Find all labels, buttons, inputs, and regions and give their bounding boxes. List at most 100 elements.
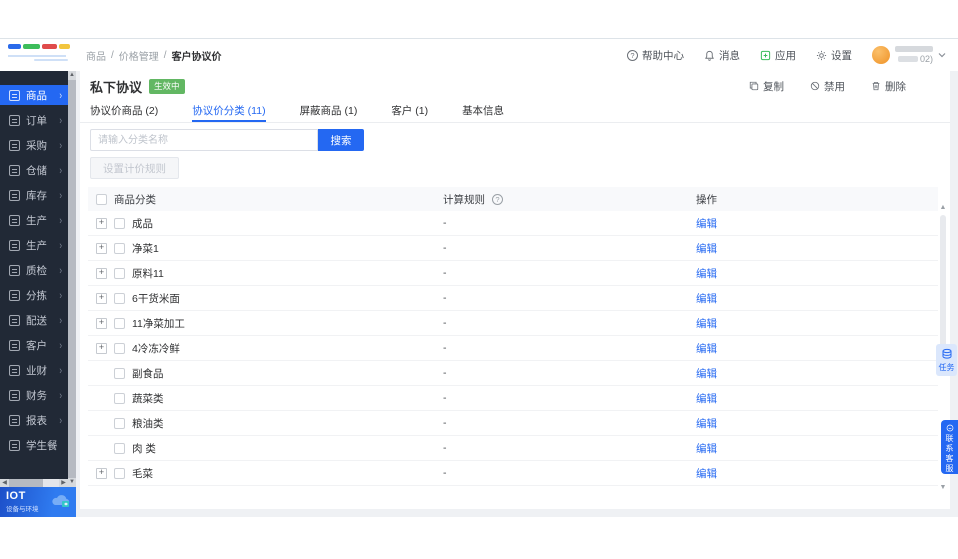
sidebar-item-production-1[interactable]: 生产› — [0, 210, 68, 230]
sidebar-item-customers[interactable]: 客户› — [0, 335, 68, 355]
scroll-left-arrow[interactable]: ◀ — [0, 479, 9, 487]
expand-icon[interactable] — [96, 268, 107, 279]
chevron-right-icon: › — [59, 314, 62, 327]
tab-bar: 协议价商品 (2) 协议价分类 (11) 屏蔽商品 (1) 客户 (1) 基本信… — [80, 97, 950, 123]
app-logo — [0, 39, 80, 71]
help-center-button[interactable]: ? 帮助中心 — [627, 48, 684, 63]
sidebar-item-production-2[interactable]: 生产› — [0, 235, 68, 255]
select-all-checkbox[interactable] — [96, 194, 107, 205]
table-row: 净菜1 - 编辑 — [88, 236, 938, 261]
logo-decoration — [8, 53, 70, 63]
row-checkbox[interactable] — [114, 243, 125, 254]
row-checkbox[interactable] — [114, 418, 125, 429]
purchase-icon — [9, 140, 20, 151]
expand-icon[interactable] — [96, 243, 107, 254]
category-name: 粮油类 — [132, 416, 164, 431]
row-checkbox[interactable] — [114, 443, 125, 454]
scrollbar-thumb[interactable] — [68, 80, 76, 478]
disable-button[interactable]: 禁用 — [810, 79, 845, 94]
row-checkbox[interactable] — [114, 318, 125, 329]
iot-module-banner[interactable]: IOT 设备与环境 — [0, 487, 76, 517]
tab-blocked-goods[interactable]: 屏蔽商品 (1) — [300, 103, 358, 122]
messages-button[interactable]: 消息 — [704, 48, 740, 63]
chevron-right-icon: › — [59, 339, 62, 352]
row-checkbox[interactable] — [114, 218, 125, 229]
scroll-right-arrow[interactable]: ▶ — [59, 479, 68, 487]
sidebar-item-purchase[interactable]: 采购› — [0, 135, 68, 155]
sidebar-item-student-meal[interactable]: 学生餐 — [0, 435, 68, 455]
breadcrumb-item[interactable]: 商品 — [86, 48, 106, 63]
edit-link[interactable]: 编辑 — [696, 366, 717, 381]
apps-icon — [760, 50, 771, 61]
scroll-up-arrow[interactable]: ▲ — [68, 71, 76, 80]
settings-button[interactable]: 设置 — [816, 48, 852, 63]
help-icon: ? — [627, 50, 638, 61]
sidebar-horizontal-scrollbar[interactable]: ◀ ▶ — [0, 479, 68, 487]
tab-basic-info[interactable]: 基本信息 — [462, 103, 504, 122]
row-checkbox[interactable] — [114, 268, 125, 279]
sidebar-item-reports[interactable]: 报表› — [0, 410, 68, 430]
edit-link[interactable]: 编辑 — [696, 341, 717, 356]
expand-icon[interactable] — [96, 343, 107, 354]
scroll-up-arrow[interactable]: ▲ — [938, 203, 948, 213]
sidebar-item-inventory[interactable]: 库存› — [0, 185, 68, 205]
gear-icon — [816, 50, 827, 61]
scroll-down-arrow[interactable]: ▼ — [68, 478, 76, 487]
expand-icon[interactable] — [96, 318, 107, 329]
task-widget-button[interactable]: 任务 — [936, 344, 957, 376]
search-button[interactable]: 搜索 — [318, 129, 364, 151]
delete-label: 删除 — [885, 79, 906, 94]
info-icon[interactable]: ? — [492, 194, 503, 205]
edit-link[interactable]: 编辑 — [696, 291, 717, 306]
contact-label: 联系客服 — [945, 434, 955, 474]
copy-button[interactable]: 复制 — [749, 79, 784, 94]
business-finance-icon — [9, 365, 20, 376]
tab-agreement-categories[interactable]: 协议价分类 (11) — [192, 103, 265, 122]
edit-link[interactable]: 编辑 — [696, 216, 717, 231]
expand-icon[interactable] — [96, 468, 107, 479]
scroll-down-arrow[interactable]: ▼ — [938, 483, 948, 493]
sidebar-item-goods[interactable]: 商品› — [0, 85, 68, 105]
row-checkbox[interactable] — [114, 343, 125, 354]
sidebar-item-business-finance[interactable]: 业财› — [0, 360, 68, 380]
edit-link[interactable]: 编辑 — [696, 266, 717, 281]
scrollbar-thumb[interactable] — [9, 479, 43, 487]
edit-link[interactable]: 编辑 — [696, 316, 717, 331]
row-checkbox[interactable] — [114, 468, 125, 479]
tab-agreement-goods[interactable]: 协议价商品 (2) — [90, 103, 158, 122]
expand-icon[interactable] — [96, 293, 107, 304]
search-input[interactable] — [90, 129, 318, 151]
user-menu[interactable]: 02) — [872, 46, 946, 64]
table-row: 粮油类 - 编辑 — [88, 411, 938, 436]
tab-customers[interactable]: 客户 (1) — [391, 103, 428, 122]
table-header: 商品分类 计算规则? 操作 — [88, 187, 938, 211]
row-checkbox[interactable] — [114, 368, 125, 379]
main-area: 私下协议 生效中 复制 禁用 删除 — [76, 71, 958, 517]
reports-icon — [9, 415, 20, 426]
sidebar-item-sorting[interactable]: 分拣› — [0, 285, 68, 305]
apps-button[interactable]: 应用 — [760, 48, 796, 63]
sidebar-item-quality[interactable]: 质检› — [0, 260, 68, 280]
status-badge: 生效中 — [149, 79, 185, 94]
row-checkbox[interactable] — [114, 293, 125, 304]
breadcrumb: 商品/ 价格管理/ 客户协议价 — [86, 48, 222, 63]
row-checkbox[interactable] — [114, 393, 125, 404]
category-name: 副食品 — [132, 366, 164, 381]
set-pricing-rule-button[interactable]: 设置计价规则 — [90, 157, 179, 179]
breadcrumb-item[interactable]: 价格管理 — [119, 48, 159, 63]
sidebar-vertical-scrollbar[interactable]: ▲ ▼ — [68, 71, 76, 487]
sidebar-item-finance[interactable]: 财务› — [0, 385, 68, 405]
delete-button[interactable]: 删除 — [871, 79, 906, 94]
sidebar-item-delivery[interactable]: 配送› — [0, 310, 68, 330]
sidebar-item-orders[interactable]: 订单› — [0, 110, 68, 130]
expand-icon[interactable] — [96, 218, 107, 229]
edit-link[interactable]: 编辑 — [696, 391, 717, 406]
sidebar-item-warehouse[interactable]: 仓储› — [0, 160, 68, 180]
contact-support-button[interactable]: 联系客服 — [941, 420, 958, 474]
edit-link[interactable]: 编辑 — [696, 466, 717, 481]
category-name: 4冷冻冷鲜 — [132, 341, 180, 356]
edit-link[interactable]: 编辑 — [696, 241, 717, 256]
edit-link[interactable]: 编辑 — [696, 416, 717, 431]
production-icon — [9, 240, 20, 251]
edit-link[interactable]: 编辑 — [696, 441, 717, 456]
